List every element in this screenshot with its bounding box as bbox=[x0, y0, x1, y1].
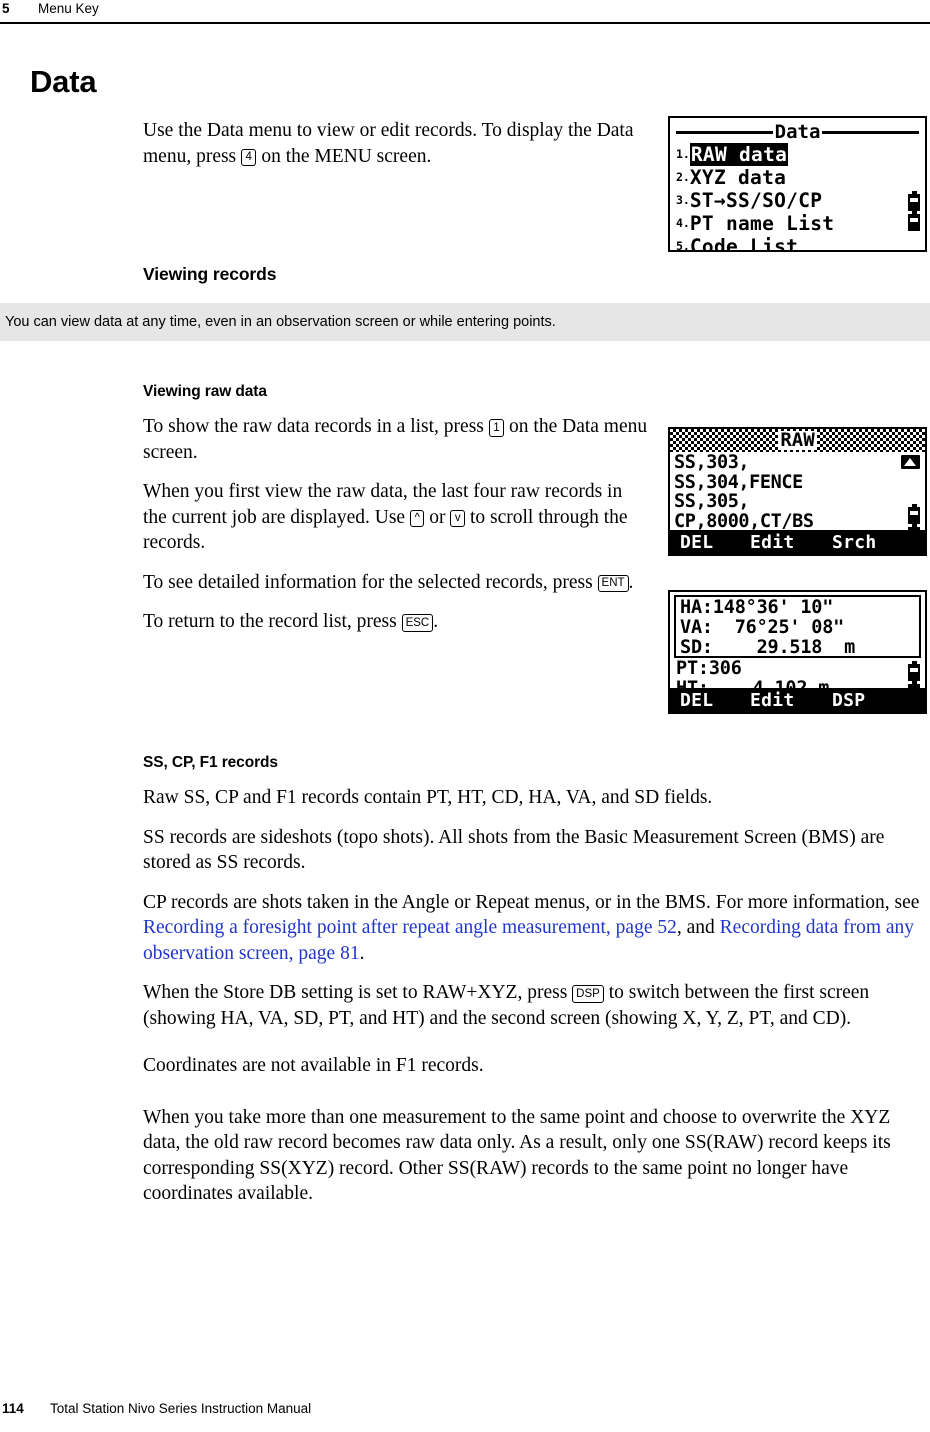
key-1: 1 bbox=[488, 419, 505, 437]
heading-ss-cp-f1-records: SS, CP, F1 records bbox=[143, 754, 278, 771]
battery-icon bbox=[908, 661, 920, 681]
xref-link-page-52[interactable]: Recording a foresight point after repeat… bbox=[143, 917, 677, 938]
viewing-raw-data-block: Viewing raw data To show the raw data re… bbox=[143, 382, 648, 649]
detail-row-pt: PT:306 bbox=[676, 658, 742, 679]
menu-item-label: Code List bbox=[689, 235, 799, 252]
p4-text-1: When the Store DB setting is set to RAW+… bbox=[143, 982, 573, 1003]
viewing-records-heading-block: Viewing records bbox=[143, 263, 648, 295]
lcd-data-menu-titlebar: Data bbox=[676, 120, 920, 143]
p3-text-1: CP records are shots taken in the Angle … bbox=[143, 891, 920, 913]
p3-text-mid: , and bbox=[676, 917, 720, 938]
raw-record-text: CP,8000,CT/BS bbox=[674, 510, 814, 532]
heading-viewing-records: Viewing records bbox=[143, 264, 277, 284]
ss-cp-f1-paragraph-3: CP records are shots taken in the Angle … bbox=[143, 890, 930, 967]
softkey-edit[interactable]: Edit bbox=[750, 690, 832, 711]
p3-text-1: To see detailed information for the sele… bbox=[143, 571, 598, 593]
lcd-raw-title: RAW bbox=[778, 429, 817, 451]
detail-row-sd: SD: 29.518 m bbox=[680, 636, 856, 658]
softkey-srch[interactable]: Srch bbox=[832, 532, 877, 553]
footer-page-number: 114 bbox=[2, 1401, 24, 1416]
ss-cp-f1-paragraph-4: When the Store DB setting is set to RAW+… bbox=[143, 980, 930, 1031]
list-item: 1.RAW data bbox=[676, 143, 919, 166]
key-4: 4 bbox=[241, 148, 257, 166]
raw-data-paragraph-1: To show the raw data records in a list, … bbox=[143, 414, 648, 465]
intro-text-2: on the MENU screen. bbox=[256, 145, 432, 167]
ss-cp-f1-paragraph-5: Coordinates are not available in F1 reco… bbox=[143, 1055, 484, 1076]
lcd-raw-titlebar: RAW bbox=[670, 429, 925, 452]
raw-record-text: SS,303, bbox=[674, 452, 750, 473]
battery-icon bbox=[908, 504, 920, 524]
lcd-raw-softkey-bar: DEL Edit Srch bbox=[670, 530, 925, 554]
table-row: CP,8000,CT/BS bbox=[674, 510, 921, 532]
header-chapter-title: Menu Key bbox=[38, 1, 99, 16]
ss-cp-f1-paragraph-6: When you take more than one measurement … bbox=[143, 1106, 891, 1205]
key-down-arrow: v bbox=[450, 509, 466, 527]
p2-text-mid: or bbox=[424, 506, 451, 528]
raw-record-text: SS,305, bbox=[674, 491, 750, 512]
softkey-del[interactable]: DEL bbox=[680, 532, 750, 553]
ss-cp-f1-paragraph-2: SS records are sideshots (topo shots). A… bbox=[143, 826, 885, 874]
lcd-screen-data-menu: Data 1.RAW data 2.XYZ data 3.ST→SS/SO/CP… bbox=[668, 116, 927, 252]
menu-item-number: 3. bbox=[676, 193, 690, 207]
ss-cp-f1-paragraph-1: Raw SS, CP and F1 records contain PT, HT… bbox=[143, 787, 713, 808]
scroll-up-icon[interactable] bbox=[901, 455, 920, 469]
titlebar-rule-left bbox=[676, 130, 773, 134]
softkey-del[interactable]: DEL bbox=[680, 690, 750, 711]
p1-text-1: To show the raw data records in a list, … bbox=[143, 416, 489, 437]
menu-item-label: XYZ data bbox=[689, 166, 787, 189]
battery-icon bbox=[908, 211, 920, 231]
softkey-edit[interactable]: Edit bbox=[750, 532, 832, 553]
detail-row-ha: HA:148°36' 10" bbox=[680, 597, 834, 618]
ss-cp-f1-block: SS, CP, F1 records Raw SS, CP and F1 rec… bbox=[143, 753, 930, 1221]
menu-item-number: 4. bbox=[676, 216, 690, 230]
list-item: 5.Code List bbox=[676, 235, 919, 252]
lcd-data-menu-title: Data bbox=[774, 120, 821, 143]
page-running-footer: 114 Total Station Nivo Series Instructio… bbox=[0, 1400, 930, 1418]
raw-data-paragraph-3: To see detailed information for the sele… bbox=[143, 570, 648, 596]
heading-viewing-raw-data: Viewing raw data bbox=[143, 383, 267, 400]
list-item: 3.ST→SS/SO/CP bbox=[676, 189, 919, 212]
p4-text-2: . bbox=[433, 611, 439, 632]
raw-record-text: SS,304,FENCE bbox=[674, 471, 803, 493]
page-running-header: 5 Menu Key bbox=[0, 0, 930, 30]
menu-item-number: 1. bbox=[676, 147, 690, 161]
list-item: 4.PT name List bbox=[676, 212, 919, 235]
p4-text-1: To return to the record list, press bbox=[143, 611, 402, 632]
p3-text-2: . bbox=[628, 571, 634, 593]
menu-item-number: 5. bbox=[676, 239, 690, 252]
table-row: SS,304,FENCE bbox=[674, 471, 921, 493]
lcd-screen-record-detail: HA:148°36' 10" VA: 76°25' 08" SD: 29.518… bbox=[668, 590, 927, 714]
list-item: 2.XYZ data bbox=[676, 166, 919, 189]
key-ent: ENT bbox=[597, 574, 629, 592]
page-title: Data bbox=[30, 64, 97, 99]
menu-item-label: RAW data bbox=[689, 143, 789, 166]
key-up-arrow: ^ bbox=[409, 509, 425, 527]
raw-data-paragraph-4: To return to the record list, press ESC. bbox=[143, 609, 648, 635]
lcd-screen-raw-list: RAW SS,303, SS,304,FENCE SS,305, CP,8000… bbox=[668, 427, 927, 556]
table-row: SS,305, bbox=[674, 492, 921, 512]
battery-indicator-group bbox=[908, 191, 922, 234]
footer-manual-title: Total Station Nivo Series Instruction Ma… bbox=[50, 1401, 312, 1416]
menu-item-label: ST→SS/SO/CP bbox=[689, 189, 823, 212]
intro-block: Use the Data menu to view or edit record… bbox=[143, 118, 648, 183]
menu-item-label: PT name List bbox=[689, 212, 835, 235]
titlebar-rule-right bbox=[822, 130, 920, 134]
intro-paragraph: Use the Data menu to view or edit record… bbox=[143, 118, 648, 169]
header-rule bbox=[0, 22, 930, 24]
detail-row-va: VA: 76°25' 08" bbox=[680, 616, 845, 638]
table-row: SS,303, bbox=[674, 453, 921, 473]
lcd-detail-softkey-bar: DEL Edit DSP bbox=[670, 688, 925, 712]
note-banner-text: You can view data at any time, even in a… bbox=[5, 313, 556, 330]
softkey-dsp[interactable]: DSP bbox=[832, 690, 865, 711]
p3-text-2: . bbox=[359, 942, 365, 964]
raw-data-paragraph-2: When you first view the raw data, the la… bbox=[143, 479, 648, 556]
menu-item-number: 2. bbox=[676, 170, 690, 184]
lcd-detail-measurement-box: HA:148°36' 10" VA: 76°25' 08" SD: 29.518… bbox=[674, 595, 921, 658]
header-chapter-number: 5 bbox=[2, 1, 10, 16]
key-dsp: DSP bbox=[572, 985, 604, 1003]
note-banner: You can view data at any time, even in a… bbox=[0, 303, 930, 341]
key-esc: ESC bbox=[401, 614, 434, 632]
lcd-data-menu-list: 1.RAW data 2.XYZ data 3.ST→SS/SO/CP 4.PT… bbox=[676, 143, 919, 252]
battery-icon bbox=[908, 191, 920, 211]
